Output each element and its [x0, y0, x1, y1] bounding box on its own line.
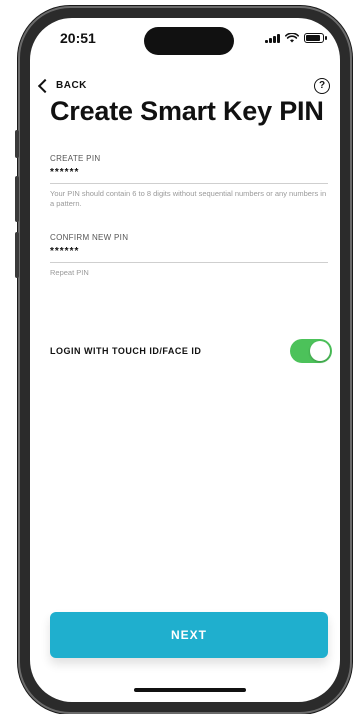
status-time: 20:51	[60, 30, 96, 46]
touch-id-row: LOGIN WITH TOUCH ID/FACE ID	[50, 336, 332, 366]
create-pin-label: CREATE PIN	[50, 154, 101, 163]
phone-screen: 20:51 BACK ? Create Smart Key PIN CREATE…	[30, 18, 340, 702]
confirm-pin-field[interactable]: CONFIRM NEW PIN ****** Repeat PIN	[50, 233, 328, 278]
touch-id-label: LOGIN WITH TOUCH ID/FACE ID	[50, 346, 202, 356]
create-pin-input[interactable]: ******	[50, 167, 328, 181]
chevron-left-icon	[37, 78, 53, 94]
status-bar: 20:51	[30, 18, 340, 62]
volume-down-button	[15, 232, 19, 278]
next-button[interactable]: NEXT	[50, 612, 328, 658]
create-pin-hint: Your PIN should contain 6 to 8 digits wi…	[50, 189, 327, 208]
page-title: Create Smart Key PIN	[50, 96, 324, 126]
confirm-pin-underline	[50, 262, 328, 263]
question-circle-icon[interactable]: ?	[314, 78, 330, 94]
confirm-pin-label: CONFIRM NEW PIN	[50, 233, 129, 242]
home-indicator	[134, 688, 246, 692]
signal-icon	[265, 33, 280, 43]
touch-id-toggle[interactable]	[290, 339, 332, 363]
back-label: BACK	[56, 80, 87, 91]
wifi-icon	[285, 33, 299, 43]
battery-icon	[304, 33, 327, 43]
side-button	[15, 130, 19, 158]
create-pin-field[interactable]: CREATE PIN ****** Your PIN should contai…	[50, 154, 328, 209]
create-pin-underline	[50, 183, 328, 184]
back-button[interactable]: BACK	[37, 78, 87, 94]
dynamic-island	[144, 27, 234, 55]
confirm-pin-hint: Repeat PIN	[50, 268, 89, 277]
confirm-pin-input[interactable]: ******	[50, 246, 328, 260]
status-icons	[265, 33, 327, 43]
toggle-knob	[310, 341, 330, 361]
volume-up-button	[15, 176, 19, 222]
